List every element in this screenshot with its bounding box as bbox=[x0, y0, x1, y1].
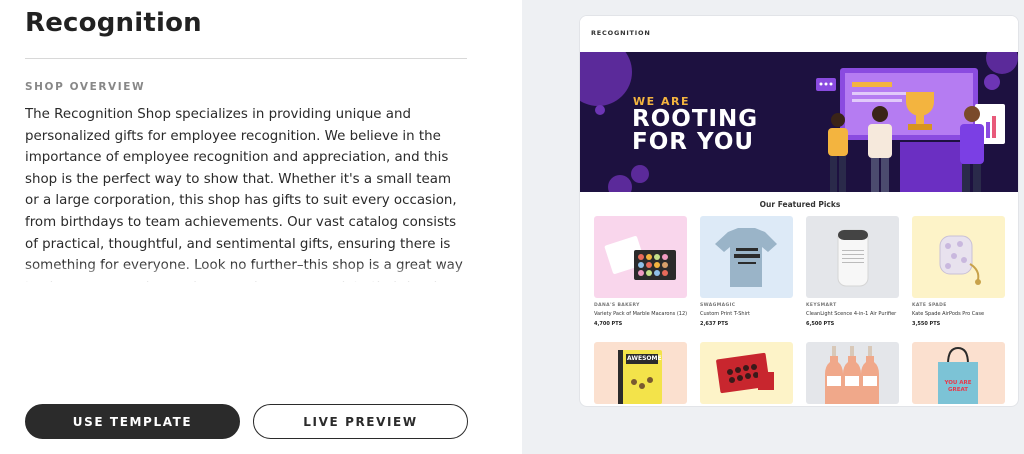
product-image bbox=[700, 342, 793, 404]
shop-description: The Recognition Shop specializes in prov… bbox=[25, 107, 463, 282]
preview-brand: RECOGNITION bbox=[591, 29, 651, 37]
product-card[interactable]: SWAGMAGIC Custom Print T-Shirt 2,637 PTS bbox=[700, 216, 793, 327]
featured-picks-title: Our Featured Picks bbox=[759, 200, 841, 209]
product-card[interactable] bbox=[806, 342, 899, 404]
product-image bbox=[594, 216, 687, 298]
template-details-panel: Recognition SHOP OVERVIEW The Recognitio… bbox=[0, 0, 522, 454]
description-container: The Recognition Shop specializes in prov… bbox=[25, 104, 465, 282]
product-image bbox=[806, 216, 899, 298]
product-image bbox=[700, 216, 793, 298]
product-card[interactable] bbox=[700, 342, 793, 404]
preview-panel: RECOGNITION WE ARE ROOTING FOR YOU Our F… bbox=[522, 0, 1024, 454]
product-image bbox=[806, 342, 899, 404]
product-card[interactable]: DANA'S BAKERY Variety Pack of Marble Mac… bbox=[594, 216, 687, 327]
preview-header: RECOGNITION bbox=[580, 16, 1018, 52]
product-name: CleanLight Scence 4-in-1 Air Purifier bbox=[806, 311, 897, 317]
use-template-button[interactable]: USE TEMPLATE bbox=[25, 404, 240, 439]
product-card[interactable]: AWESOME bbox=[594, 342, 687, 404]
divider bbox=[25, 58, 467, 59]
shop-preview[interactable]: RECOGNITION WE ARE ROOTING FOR YOU Our F… bbox=[579, 15, 1019, 407]
banner-title: ROOTING FOR YOU bbox=[632, 108, 758, 154]
product-brand: KATE SPADE bbox=[912, 303, 947, 308]
description-fade bbox=[25, 262, 465, 284]
product-label: YOU ARE GREAT bbox=[944, 380, 972, 393]
live-preview-button[interactable]: LIVE PREVIEW bbox=[253, 404, 468, 439]
product-image: YOU ARE GREAT bbox=[912, 342, 1005, 404]
product-image bbox=[912, 216, 1005, 298]
product-name: Custom Print T-Shirt bbox=[700, 311, 750, 317]
product-points: 6,500 PTS bbox=[806, 321, 835, 327]
product-card[interactable]: YOU ARE GREAT bbox=[912, 342, 1005, 404]
product-name: Kate Spade AirPods Pro Case bbox=[912, 311, 985, 317]
product-brand: KEYSMART bbox=[806, 303, 837, 308]
hero-banner: WE ARE ROOTING FOR YOU bbox=[580, 52, 1018, 192]
banner-title-line2: FOR YOU bbox=[632, 129, 755, 155]
banner-title-line1: ROOTING bbox=[632, 106, 759, 132]
product-points: 2,637 PTS bbox=[700, 321, 729, 327]
product-brand: DANA'S BAKERY bbox=[594, 303, 640, 308]
section-label: SHOP OVERVIEW bbox=[25, 81, 146, 93]
product-card[interactable]: KEYSMART CleanLight Scence 4-in-1 Air Pu… bbox=[806, 216, 899, 327]
product-points: 3,550 PTS bbox=[912, 321, 941, 327]
product-card[interactable]: KATE SPADE Kate Spade AirPods Pro Case 3… bbox=[912, 216, 1005, 327]
product-brand: SWAGMAGIC bbox=[700, 303, 736, 308]
product-image: AWESOME bbox=[594, 342, 687, 404]
page-title: Recognition bbox=[25, 8, 202, 38]
product-label: AWESOME bbox=[627, 355, 662, 362]
product-name: Variety Pack of Marble Macarons (12) bbox=[594, 311, 687, 317]
product-points: 4,700 PTS bbox=[594, 321, 623, 327]
